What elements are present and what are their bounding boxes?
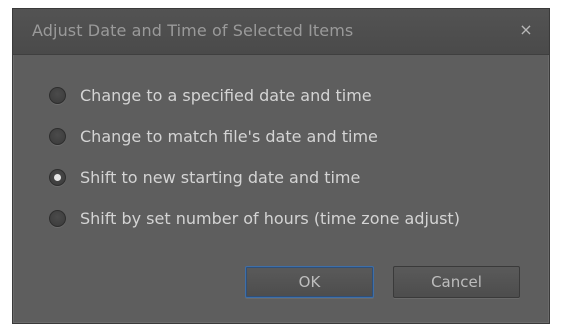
option-specified-date-time[interactable]: Change to a specified date and time: [49, 75, 460, 116]
adjustment-options: Change to a specified date and time Chan…: [49, 75, 460, 239]
dialog-titlebar: Adjust Date and Time of Selected Items ×: [13, 9, 549, 55]
option-match-file-date-time[interactable]: Change to match file's date and time: [49, 116, 460, 157]
radio-shift-by-hours[interactable]: [49, 210, 66, 227]
option-label: Shift to new starting date and time: [80, 168, 361, 187]
option-label: Shift by set number of hours (time zone …: [80, 209, 460, 228]
ok-button[interactable]: OK: [245, 266, 374, 298]
option-shift-by-hours[interactable]: Shift by set number of hours (time zone …: [49, 198, 460, 239]
adjust-date-time-dialog: Adjust Date and Time of Selected Items ×…: [12, 8, 550, 324]
radio-shift-new-starting[interactable]: [49, 169, 66, 186]
cancel-button[interactable]: Cancel: [393, 266, 520, 298]
option-label: Change to a specified date and time: [80, 86, 372, 105]
radio-match-file-date-time[interactable]: [49, 128, 66, 145]
dialog-title: Adjust Date and Time of Selected Items: [32, 21, 354, 40]
close-icon[interactable]: ×: [517, 20, 535, 40]
radio-specified-date-time[interactable]: [49, 87, 66, 104]
option-label: Change to match file's date and time: [80, 127, 378, 146]
option-shift-new-starting[interactable]: Shift to new starting date and time: [49, 157, 460, 198]
